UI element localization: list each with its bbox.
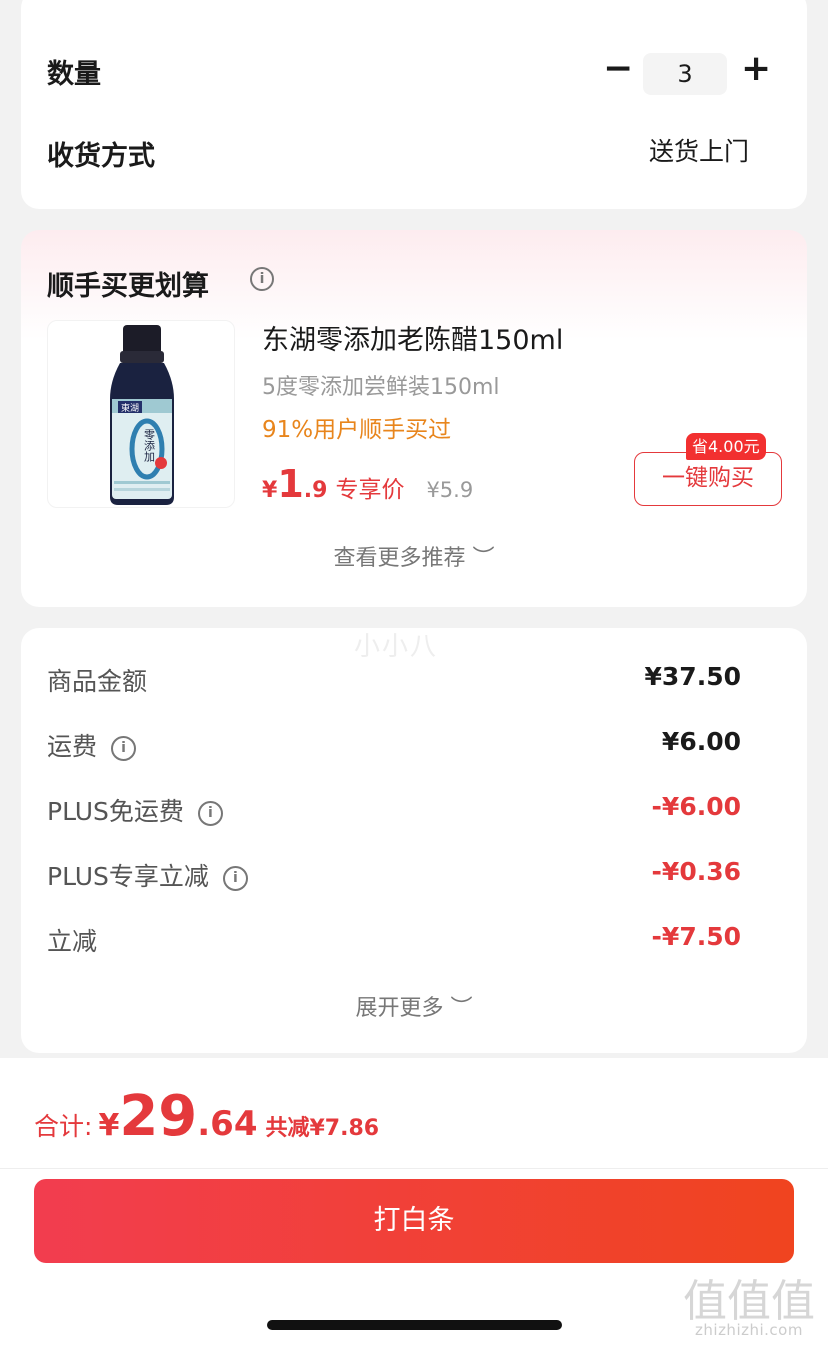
- one-click-buy-button[interactable]: 一键购买: [634, 452, 782, 506]
- plus-free-shipping-value: -¥6.00: [651, 792, 741, 821]
- product-name[interactable]: 东湖零添加老陈醋150ml: [262, 318, 563, 357]
- breakdown-row-instant-discount: 立减 -¥7.50: [47, 922, 741, 962]
- site-logo-mark: 值值值: [683, 1276, 815, 1327]
- vinegar-bottle-icon: 東湖 零添加: [110, 325, 174, 505]
- quantity-increase-button[interactable]: +: [741, 51, 771, 87]
- price-decimal: .9: [303, 478, 328, 503]
- breakdown-row-shipping: 运费 i ¥6.00: [47, 727, 741, 767]
- total-label: 合计:: [34, 1112, 93, 1141]
- divider: [0, 1168, 828, 1169]
- save-badge: 省4.00元: [686, 433, 766, 460]
- checkout-bar: 合计: ¥29.64 共减¥7.86 打白条 值值值 zhizhizhi.com: [0, 1058, 828, 1349]
- instant-discount-label: 立减: [47, 927, 98, 956]
- product-image[interactable]: 東湖 零添加: [47, 320, 235, 508]
- recommendation-title: 顺手买更划算: [47, 271, 209, 302]
- view-more-recommendations-link[interactable]: 查看更多推荐 ︶: [21, 540, 807, 572]
- breakdown-row-plus-free-shipping: PLUS免运费 i -¥6.00: [47, 792, 741, 832]
- info-icon[interactable]: i: [250, 267, 274, 291]
- total-currency: ¥: [98, 1108, 120, 1143]
- goods-amount-value: ¥37.50: [644, 662, 741, 691]
- instant-discount-value: -¥7.50: [651, 922, 741, 951]
- info-icon[interactable]: i: [222, 866, 248, 891]
- recommendation-card: 顺手买更划算 i 東湖 零添加 东湖零添加老陈醋150ml 5度零添加尝鲜装15…: [21, 230, 807, 607]
- product-image-brand: 東湖: [121, 402, 139, 414]
- goods-amount-label: 商品金额: [47, 667, 148, 696]
- total-saved: 共减¥7.86: [265, 1116, 380, 1141]
- home-indicator[interactable]: [267, 1320, 562, 1330]
- delivery-method-value[interactable]: 送货上门: [649, 132, 749, 168]
- product-price: ¥1.9 专享价 ¥5.9: [262, 462, 473, 506]
- info-icon[interactable]: i: [197, 801, 223, 826]
- product-spec: 5度零添加尝鲜装150ml: [262, 375, 500, 400]
- product-buyers-rate: 91%用户顺手买过: [262, 417, 452, 443]
- order-options-card: 数量 − 3 + 收货方式 送货上门: [21, 0, 807, 209]
- total-integer: 29: [119, 1084, 198, 1149]
- price-breakdown-card: 小小八 商品金额 ¥37.50 运费 i ¥6.00 PLUS免运费 i -¥6.0…: [21, 628, 807, 1053]
- expand-more-link[interactable]: 展开更多 ︶: [21, 990, 807, 1022]
- info-icon[interactable]: i: [111, 736, 137, 761]
- total-decimal: .64: [197, 1104, 258, 1144]
- watermark-text: 小小八: [354, 632, 439, 662]
- price-integer: 1: [277, 462, 304, 506]
- price-currency: ¥: [262, 478, 278, 503]
- exclusive-price-tag: 专享价: [335, 477, 405, 503]
- delivery-method-label: 收货方式: [47, 141, 155, 172]
- breakdown-row-goods: 商品金额 ¥37.50: [47, 662, 741, 702]
- breakdown-row-plus-discount: PLUS专享立减 i -¥0.36: [47, 857, 741, 897]
- site-logo-text: zhizhizhi.com: [695, 1321, 803, 1339]
- shipping-value: ¥6.00: [661, 727, 741, 756]
- plus-discount-value: -¥0.36: [651, 857, 741, 886]
- product-image-label: 零添加: [143, 429, 156, 463]
- quantity-input[interactable]: 3: [643, 53, 727, 95]
- plus-discount-label: PLUS专享立减: [47, 862, 209, 891]
- order-total: 合计: ¥29.64 共减¥7.86: [34, 1084, 379, 1149]
- pay-with-baitiao-button[interactable]: 打白条: [34, 1179, 794, 1263]
- plus-free-shipping-label: PLUS免运费: [47, 797, 184, 826]
- shipping-label: 运费: [47, 732, 98, 761]
- quantity-decrease-button[interactable]: −: [603, 51, 633, 87]
- quantity-label: 数量: [47, 59, 101, 90]
- original-price: ¥5.9: [426, 478, 474, 502]
